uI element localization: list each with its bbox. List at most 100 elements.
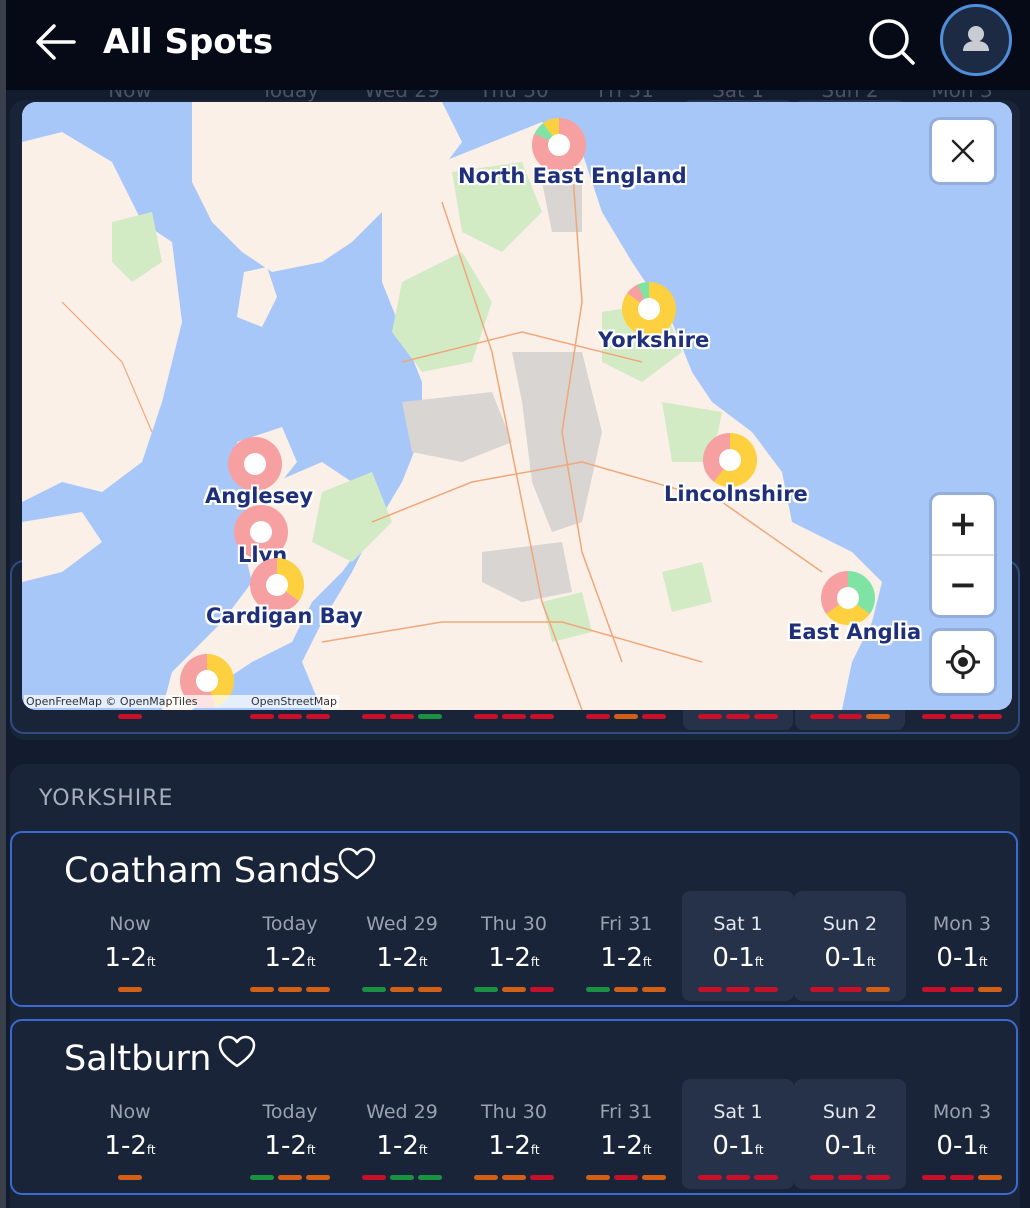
rating-bar-red	[810, 1175, 834, 1180]
wave-height-value: 1-2	[600, 1131, 643, 1161]
wave-height: 1-2ft	[74, 943, 186, 973]
wave-height-unit: ft	[866, 955, 876, 969]
spot-name: Coatham Sands	[64, 851, 341, 891]
marker-center	[250, 521, 272, 543]
region-label[interactable]: East Anglia	[788, 620, 921, 644]
rating-bars	[570, 1175, 682, 1180]
back-arrow-icon[interactable]	[34, 22, 78, 62]
region-marker[interactable]	[703, 433, 757, 487]
rating-bar-orange	[474, 1175, 498, 1180]
rating-bar-red	[754, 1175, 778, 1180]
spot-name: Saltburn	[64, 1039, 212, 1079]
forecast-day[interactable]: Sun 2 0-1ft	[794, 1079, 906, 1189]
rating-bar-orange	[118, 987, 142, 992]
zoom-in-button[interactable]: +	[932, 495, 994, 554]
forecast-day[interactable]: Wed 29 1-2ft	[346, 1079, 458, 1189]
attribution-openmaptiles[interactable]: OpenFreeMap © OpenMapTiles	[26, 695, 198, 708]
rating-bar-orange	[586, 1175, 610, 1180]
wave-height-unit: ft	[306, 1143, 316, 1157]
spot-card[interactable]: Saltburn Now 1-2ft Today 1-2ft Wed 29 1-2ft Thu…	[10, 1019, 1018, 1195]
previous-spot-rating-bars	[20, 714, 1030, 722]
wave-height: 1-2ft	[458, 1131, 570, 1161]
favorite-heart-icon[interactable]	[338, 847, 376, 881]
rating-bar-red	[838, 714, 862, 719]
wave-height: 0-1ft	[906, 1131, 1018, 1161]
wave-height-value: 1-2	[264, 943, 307, 973]
wave-height-value: 1-2	[104, 943, 147, 973]
rating-bar-red	[726, 1175, 750, 1180]
wave-height: 1-2ft	[346, 1131, 458, 1161]
wave-height: 1-2ft	[346, 943, 458, 973]
forecast-day[interactable]: Thu 30 1-2ft	[458, 891, 570, 1001]
day-label: Wed 29	[366, 913, 438, 935]
rating-bar-green	[586, 987, 610, 992]
rating-bars	[682, 714, 794, 719]
day-label: Fri 31	[599, 913, 653, 935]
region-marker[interactable]	[821, 571, 875, 625]
rating-bar-red	[530, 987, 554, 992]
user-icon	[963, 26, 989, 51]
forecast-day[interactable]: Sun 2 0-1ft	[794, 891, 906, 1001]
rating-bar-orange	[502, 1175, 526, 1180]
rating-bar-orange	[614, 714, 638, 719]
locate-me-button[interactable]	[932, 631, 994, 693]
close-map-button[interactable]	[932, 120, 994, 182]
forecast-day[interactable]: Wed 29 1-2ft	[346, 891, 458, 1001]
forecast-day[interactable]: Thu 30 1-2ft	[458, 1079, 570, 1189]
regions-map[interactable]: North East England Yorkshire Lincolnshire A…	[22, 102, 1012, 710]
forecast-day[interactable]: Sat 1 0-1ft	[682, 1079, 794, 1189]
zoom-controls: + −	[932, 495, 994, 615]
forecast-day[interactable]: Fri 31 1-2ft	[570, 1079, 682, 1189]
rating-bars	[458, 987, 570, 992]
wave-height-unit: ft	[978, 955, 988, 969]
region-label[interactable]: North East England	[458, 164, 687, 188]
wave-height: 1-2ft	[234, 943, 346, 973]
region-marker[interactable]	[228, 437, 282, 491]
rating-bar-green	[362, 987, 386, 992]
forecast-day[interactable]: Mon 3 0-1ft	[906, 891, 1018, 1001]
region-label[interactable]: Lincolnshire	[664, 482, 808, 506]
forecast-day[interactable]: Now 1-2ft	[74, 891, 186, 1001]
region-label[interactable]: Yorkshire	[598, 328, 709, 352]
rating-bars	[682, 987, 794, 992]
marker-center	[837, 587, 859, 609]
group-label: YORKSHIRE	[39, 786, 174, 811]
wave-height: 0-1ft	[682, 1131, 794, 1161]
day-label: Today	[262, 913, 318, 935]
wave-height-value: 1-2	[264, 1131, 307, 1161]
wave-height: 1-2ft	[570, 1131, 682, 1161]
spot-card[interactable]: Coatham Sands Now 1-2ft Today 1-2ft Wed 29 1-2…	[10, 831, 1018, 1007]
rating-bar-red	[698, 987, 722, 992]
marker-center	[638, 298, 660, 320]
zoom-out-button[interactable]: −	[932, 556, 994, 615]
marker-center	[719, 449, 741, 471]
rating-bars	[458, 714, 570, 719]
wave-height-unit: ft	[978, 1143, 988, 1157]
day-label: Sat 1	[713, 1101, 763, 1123]
user-avatar-button[interactable]	[940, 4, 1012, 76]
rating-bar-green	[390, 1175, 414, 1180]
wave-height-value: 1-2	[488, 1131, 531, 1161]
day-label: Thu 30	[481, 913, 547, 935]
region-label[interactable]: Cardigan Bay	[206, 604, 363, 628]
attribution-openstreetmap[interactable]: OpenStreetMap	[251, 695, 337, 708]
rating-bars	[234, 1175, 346, 1180]
forecast-day[interactable]: Today 1-2ft	[234, 1079, 346, 1189]
day-label: Sat 1	[713, 913, 763, 935]
rating-bar-red	[530, 714, 554, 719]
rating-bar-orange	[306, 1175, 330, 1180]
rating-bar-red	[838, 987, 862, 992]
forecast-day[interactable]: Today 1-2ft	[234, 891, 346, 1001]
forecast-day[interactable]: Fri 31 1-2ft	[570, 891, 682, 1001]
forecast-day[interactable]: Now 1-2ft	[74, 1079, 186, 1189]
wave-height-value: 1-2	[104, 1131, 147, 1161]
search-icon[interactable]	[866, 16, 918, 68]
forecast-day[interactable]: Mon 3 0-1ft	[906, 1079, 1018, 1189]
rating-bar-green	[474, 987, 498, 992]
favorite-heart-icon[interactable]	[218, 1035, 256, 1069]
rating-bar-orange	[418, 987, 442, 992]
rating-bars	[346, 714, 458, 719]
forecast-day[interactable]: Sat 1 0-1ft	[682, 891, 794, 1001]
map-attribution[interactable]: OpenFreeMap © OpenMapTiles OpenStreetMap	[24, 695, 340, 708]
rating-bar-red	[754, 714, 778, 719]
